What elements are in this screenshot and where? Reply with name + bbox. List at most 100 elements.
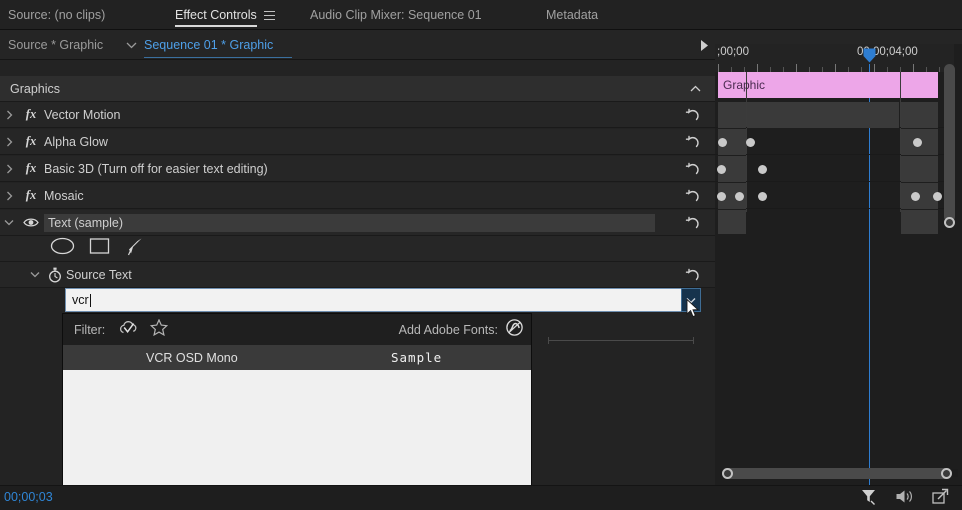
font-dropdown-button[interactable] xyxy=(681,288,701,312)
cloud-sync-icon[interactable] xyxy=(119,320,138,340)
effect-name: Alpha Glow xyxy=(44,135,108,149)
keyframe-dot[interactable] xyxy=(717,165,726,174)
effect-row-basic-3d[interactable]: fx Basic 3D (Turn off for easier text ed… xyxy=(0,156,715,182)
keyframe-row[interactable] xyxy=(715,210,954,236)
keyframe-dot[interactable] xyxy=(911,192,920,201)
pen-tool-icon[interactable] xyxy=(124,237,144,261)
keyframe-row[interactable] xyxy=(715,183,954,209)
filter-label: Filter: xyxy=(74,323,105,337)
hamburger-menu-icon[interactable] xyxy=(264,11,275,20)
tab-effect-controls-label: Effect Controls xyxy=(175,8,257,22)
tab-effect-controls[interactable]: Effect Controls xyxy=(175,0,275,30)
keyframe-dot[interactable] xyxy=(735,192,744,201)
play-triangle-icon[interactable] xyxy=(694,30,714,60)
add-adobe-fonts[interactable]: Add Adobe Fonts: xyxy=(399,319,523,341)
effect-name: Vector Motion xyxy=(44,108,120,122)
text-caret xyxy=(90,294,91,307)
reset-arrow-icon[interactable] xyxy=(685,188,701,204)
fx-icon: fx xyxy=(18,188,44,203)
eye-icon[interactable] xyxy=(18,217,44,228)
font-search-input[interactable]: vcr xyxy=(65,288,690,312)
chevron-down-icon[interactable] xyxy=(26,271,44,278)
effect-name: Mosaic xyxy=(44,189,84,203)
current-timecode[interactable]: 00;00;03 xyxy=(4,490,53,504)
horizontal-scrollbar-thumb[interactable] xyxy=(722,468,952,479)
reset-arrow-icon[interactable] xyxy=(685,107,701,123)
chevron-right-icon[interactable] xyxy=(0,164,18,174)
timeline-ruler[interactable]: ;00;00 00;00;04;00 xyxy=(715,44,954,72)
effects-group-graphics[interactable]: Graphics xyxy=(0,76,715,102)
breadcrumb-source[interactable]: Source * Graphic xyxy=(8,30,103,60)
tab-source-label: Source: (no clips) xyxy=(8,8,105,22)
font-filter-bar: Filter: Add Adobe Fonts: xyxy=(63,314,531,345)
effect-row-vector-motion[interactable]: fx Vector Motion xyxy=(0,102,715,128)
stopwatch-icon[interactable] xyxy=(44,267,66,283)
chevron-right-icon[interactable] xyxy=(0,137,18,147)
effects-group-label: Graphics xyxy=(0,82,60,96)
horizontal-scrollbar-knob-right[interactable] xyxy=(941,468,952,479)
chevron-right-icon[interactable] xyxy=(0,191,18,201)
tab-metadata[interactable]: Metadata xyxy=(546,0,598,30)
shape-tools-row xyxy=(0,236,715,262)
audio-speaker-icon[interactable] xyxy=(895,489,914,509)
font-dropdown-popup: Filter: Add Adobe Fonts: xyxy=(62,313,532,510)
keyframe-dot[interactable] xyxy=(758,165,767,174)
reset-arrow-icon[interactable] xyxy=(685,134,701,150)
effect-row-mosaic[interactable]: fx Mosaic xyxy=(0,183,715,209)
vertical-scrollbar[interactable] xyxy=(944,62,955,462)
keyframe-dot[interactable] xyxy=(718,138,727,147)
effect-controls-panel: Source: (no clips) Effect Controls Audio… xyxy=(0,0,962,510)
keyframe-row[interactable] xyxy=(715,156,954,182)
add-adobe-fonts-label: Add Adobe Fonts: xyxy=(399,323,498,337)
playhead-handle[interactable] xyxy=(863,48,876,63)
tab-source[interactable]: Source: (no clips) xyxy=(8,0,105,30)
property-slider-line[interactable] xyxy=(548,340,694,341)
layer-row-text-sample[interactable]: Text (sample) xyxy=(0,210,715,236)
reset-arrow-icon[interactable] xyxy=(685,161,701,177)
timeline-start-timecode: ;00;00 xyxy=(717,46,749,58)
adobe-creative-cloud-icon[interactable] xyxy=(506,319,523,341)
breadcrumb-sequence-label: Sequence 01 * Graphic xyxy=(144,38,273,52)
font-search-value: vcr xyxy=(66,293,89,307)
export-frame-icon[interactable] xyxy=(932,488,950,510)
reset-arrow-icon[interactable] xyxy=(685,215,701,231)
chevron-up-icon[interactable] xyxy=(690,80,701,98)
vertical-scrollbar-knob[interactable] xyxy=(944,217,955,228)
keyframe-dot[interactable] xyxy=(933,192,942,201)
effect-name: Basic 3D (Turn off for easier text editi… xyxy=(44,162,268,176)
fx-icon: fx xyxy=(18,161,44,176)
timeline-clip-label: Graphic xyxy=(723,78,765,92)
bottom-bar: 00;00;03 xyxy=(0,485,962,510)
reset-arrow-icon[interactable] xyxy=(685,267,701,283)
fx-icon: fx xyxy=(18,134,44,149)
breadcrumb-sequence[interactable]: Sequence 01 * Graphic xyxy=(144,30,273,60)
chevron-right-icon[interactable] xyxy=(0,110,18,120)
panel-tab-bar: Source: (no clips) Effect Controls Audio… xyxy=(0,0,962,30)
layer-name: Text (sample) xyxy=(44,214,655,232)
keyframe-row[interactable] xyxy=(715,102,954,128)
ellipse-tool-icon[interactable] xyxy=(50,237,75,260)
rectangle-tool-icon[interactable] xyxy=(89,237,110,260)
font-list-item[interactable]: VCR OSD Mono Sample xyxy=(63,345,531,370)
property-name: Source Text xyxy=(66,268,132,282)
font-list-item-name: VCR OSD Mono xyxy=(146,351,238,365)
effect-row-alpha-glow[interactable]: fx Alpha Glow xyxy=(0,129,715,155)
tab-audio-clip-mixer[interactable]: Audio Clip Mixer: Sequence 01 xyxy=(310,0,482,30)
chevron-down-icon[interactable] xyxy=(122,30,140,60)
fx-icon: fx xyxy=(18,107,44,122)
vertical-scrollbar-thumb[interactable] xyxy=(944,64,955,222)
chevron-down-icon[interactable] xyxy=(0,219,18,226)
wrench-tool-icon[interactable] xyxy=(860,488,877,510)
horizontal-scrollbar-knob-left[interactable] xyxy=(722,468,733,479)
font-list-item-sample: Sample xyxy=(391,350,442,365)
tab-metadata-label: Metadata xyxy=(546,8,598,22)
keyframe-row[interactable] xyxy=(715,129,954,155)
keyframe-dot[interactable] xyxy=(913,138,922,147)
star-favorite-icon[interactable] xyxy=(150,319,168,341)
horizontal-scrollbar[interactable] xyxy=(720,465,958,481)
property-row-source-text[interactable]: Source Text xyxy=(0,262,715,288)
keyframe-dot[interactable] xyxy=(746,138,755,147)
keyframe-dot[interactable] xyxy=(758,192,767,201)
timeline-clip-graphic[interactable]: Graphic xyxy=(718,72,938,98)
keyframe-dot[interactable] xyxy=(717,192,726,201)
